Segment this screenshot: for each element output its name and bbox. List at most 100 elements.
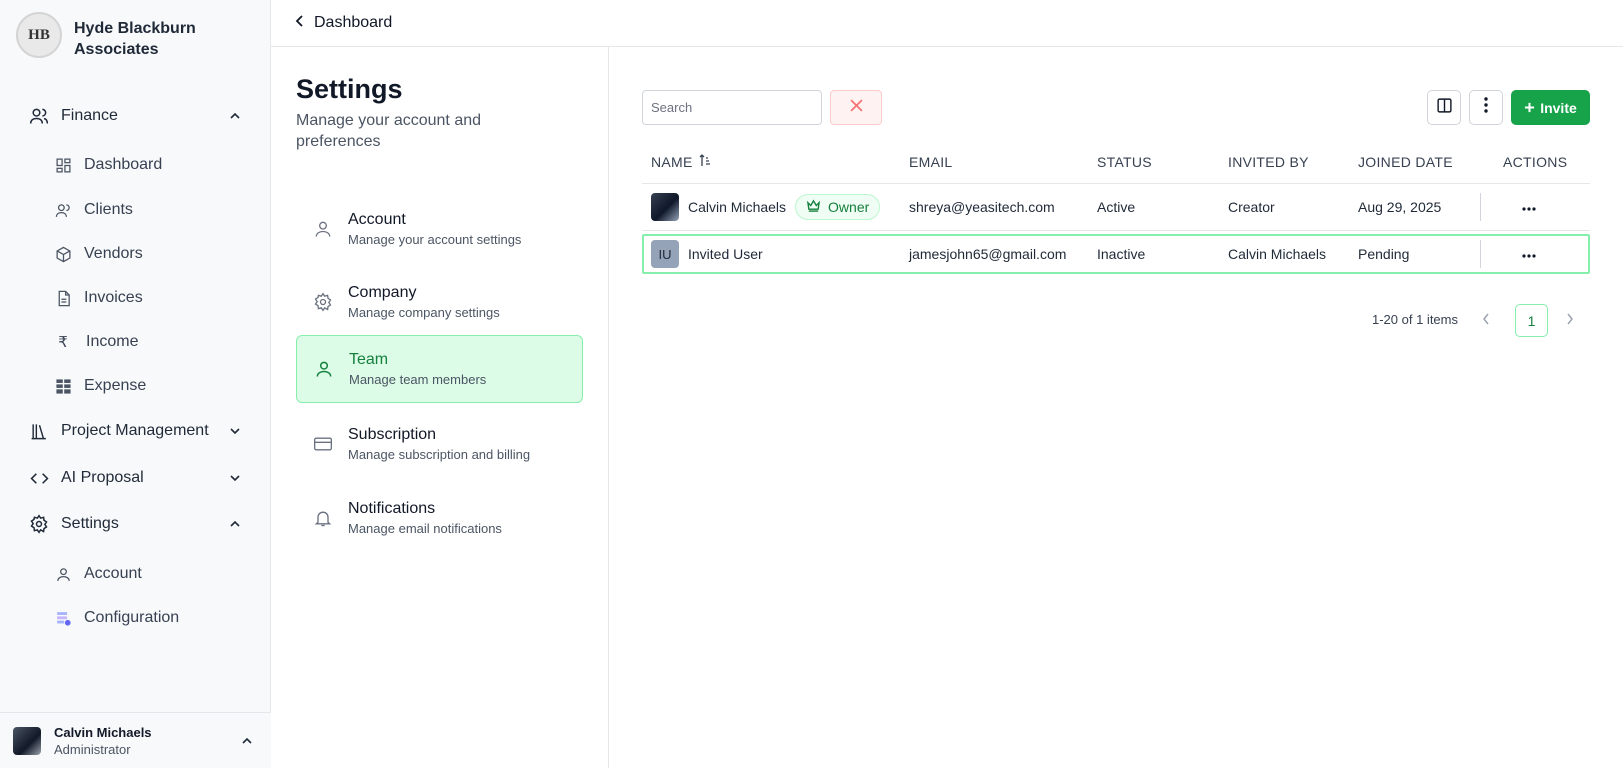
menu-title: Account — [348, 211, 406, 228]
user-profile[interactable]: Calvin Michaels Administrator — [0, 712, 271, 768]
chevron-right-icon — [1566, 313, 1574, 330]
joined-date-cell: Pending — [1358, 246, 1410, 262]
status-cell: Inactive — [1097, 246, 1146, 262]
users-icon — [54, 201, 72, 219]
column-header-status: STATUS — [1097, 154, 1152, 170]
nav-group-finance[interactable]: Finance — [28, 102, 242, 130]
row-actions-button[interactable] — [1522, 187, 1536, 227]
email-cell: shreya@yeasitech.com — [909, 199, 1055, 215]
previous-page-button[interactable] — [1482, 312, 1490, 331]
next-page-button[interactable] — [1566, 312, 1574, 331]
sort-ascending-icon — [699, 154, 711, 170]
box-icon — [54, 245, 72, 263]
sidebar-item-invoices[interactable]: Invoices — [54, 285, 143, 311]
menu-title: Notifications — [348, 500, 436, 517]
column-header-joined-date: JOINED DATE — [1358, 154, 1453, 170]
clear-search-button[interactable] — [830, 90, 882, 125]
nav-group-label: Settings — [61, 515, 119, 532]
page-number-button[interactable]: 1 — [1515, 304, 1548, 337]
user-name: Calvin Michaels — [54, 724, 152, 740]
menu-title: Team — [349, 351, 389, 368]
nav-group-ai-proposal[interactable]: AI Proposal — [28, 464, 242, 492]
status-cell: Active — [1097, 199, 1136, 215]
chevron-left-icon — [1482, 313, 1490, 330]
sidebar-item-label: Dashboard — [84, 156, 163, 173]
more-horizontal-icon — [1522, 245, 1536, 263]
search-input[interactable] — [642, 90, 822, 125]
topbar: Dashboard — [271, 0, 1623, 47]
actions-divider — [1480, 240, 1481, 268]
actions-divider — [1480, 193, 1481, 221]
sidebar-item-income[interactable]: ₹ Income — [54, 329, 138, 355]
row-divider — [642, 230, 1590, 231]
document-icon — [54, 289, 72, 307]
chevron-down-icon — [228, 424, 242, 438]
app-root: HB Hyde Blackburn Associates Finance Das… — [0, 0, 1623, 768]
more-options-button[interactable] — [1469, 90, 1503, 125]
settings-menu-subscription[interactable]: Subscription Manage subscription and bil… — [296, 410, 583, 478]
settings-menu-company[interactable]: Company Manage company settings — [296, 268, 583, 336]
badge-label: Owner — [828, 199, 870, 215]
table-header-divider — [642, 183, 1590, 184]
sidebar-item-label: Invoices — [84, 289, 143, 306]
brand-name: Hyde Blackburn Associates — [74, 20, 196, 58]
user-icon — [54, 565, 72, 583]
menu-desc: Manage company settings — [348, 305, 500, 320]
card-icon — [312, 433, 334, 455]
columns-toggle-button[interactable] — [1427, 90, 1461, 125]
sidebar-item-expense[interactable]: Expense — [54, 373, 146, 399]
nav-group-project-management[interactable]: Project Management — [28, 417, 242, 445]
settings-menu-account[interactable]: Account Manage your account settings — [296, 195, 583, 263]
menu-desc: Manage email notifications — [348, 521, 502, 536]
invite-label: Invite — [1540, 99, 1577, 116]
table-row[interactable]: Calvin Michaels Owner shreya@yeasitech.c… — [642, 187, 1590, 227]
row-actions-button[interactable] — [1522, 236, 1536, 272]
sidebar-item-configuration[interactable]: Configuration — [54, 605, 179, 631]
brand[interactable]: HB Hyde Blackburn Associates — [16, 12, 224, 60]
sidebar-item-account[interactable]: Account — [54, 561, 142, 587]
page-title: Settings — [296, 74, 403, 104]
sidebar-item-label: Expense — [84, 377, 147, 394]
page-subtitle: Manage your account and preferences — [296, 112, 482, 150]
column-header-actions: ACTIONS — [1503, 154, 1568, 170]
avatar — [13, 726, 41, 755]
sidebar: HB Hyde Blackburn Associates Finance Das… — [0, 0, 271, 768]
settings-menu-team[interactable]: Team Manage team members — [296, 335, 583, 403]
pagination-summary: 1-20 of 1 items — [1372, 312, 1458, 327]
nav-group-settings[interactable]: Settings — [28, 510, 242, 538]
rupee-icon: ₹ — [58, 334, 68, 351]
sidebar-item-clients[interactable]: Clients — [54, 197, 133, 223]
chevron-up-icon — [228, 109, 242, 123]
sidebar-item-dashboard[interactable]: Dashboard — [54, 152, 162, 178]
table-row[interactable]: IU Invited User jamesjohn65@gmail.com In… — [642, 234, 1590, 274]
sidebar-item-vendors[interactable]: Vendors — [54, 241, 143, 267]
firm-logo: HB — [16, 12, 62, 58]
back-link[interactable]: Dashboard — [295, 14, 392, 32]
plus-icon — [1524, 100, 1535, 116]
sidebar-item-label: Vendors — [84, 245, 143, 262]
menu-desc: Manage subscription and billing — [348, 447, 531, 462]
bell-icon — [312, 507, 334, 529]
chevron-down-icon — [228, 471, 242, 485]
nav-group-label: Finance — [61, 107, 118, 124]
table-icon — [54, 377, 72, 395]
settings-menu-notifications[interactable]: Notifications Manage email notifications — [296, 484, 583, 552]
column-header-name[interactable]: NAME — [651, 154, 711, 170]
column-header-invited-by: INVITED BY — [1228, 154, 1309, 170]
columns-icon — [1436, 97, 1453, 119]
name-cell: Calvin Michaels Owner — [651, 187, 881, 227]
column-header-label: NAME — [651, 154, 693, 170]
invite-button[interactable]: Invite — [1511, 90, 1590, 125]
sidebar-item-label: Clients — [84, 201, 133, 218]
gear-icon — [312, 291, 334, 313]
user-icon — [313, 358, 335, 380]
chevron-up-icon — [228, 517, 242, 531]
user-icon — [312, 218, 334, 240]
library-icon — [28, 420, 50, 442]
avatar: IU — [651, 240, 679, 268]
name-cell: IU Invited User — [651, 236, 763, 272]
invited-by-cell: Creator — [1228, 199, 1275, 215]
grid-icon — [54, 156, 72, 174]
gear-icon — [28, 513, 50, 535]
joined-date-cell: Aug 29, 2025 — [1358, 199, 1442, 215]
